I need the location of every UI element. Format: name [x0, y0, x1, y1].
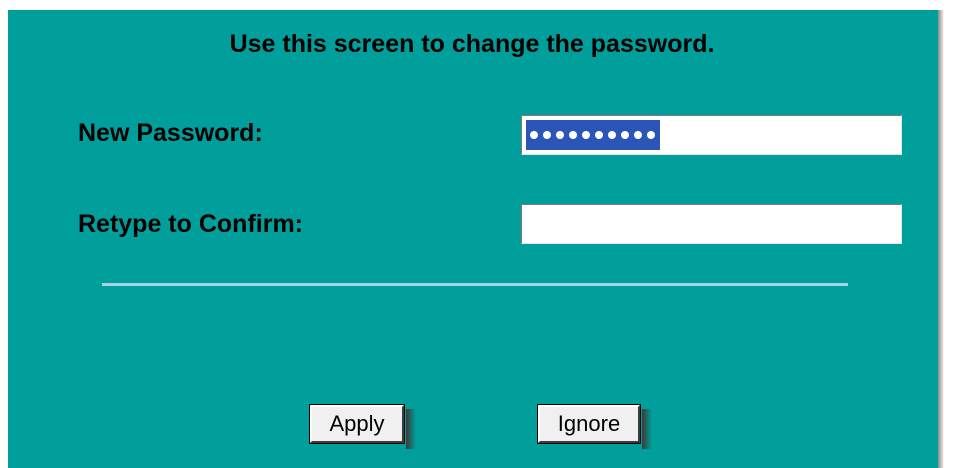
page-title: Use this screen to change the password. — [229, 30, 715, 58]
new-password-label: New Password: — [78, 119, 263, 147]
ignore-button[interactable]: Ignore — [537, 404, 641, 444]
confirm-password-field[interactable] — [521, 204, 902, 244]
panel-shadow — [938, 10, 944, 468]
apply-button[interactable]: Apply — [309, 404, 405, 444]
apply-button-shadow — [406, 409, 416, 449]
divider — [102, 283, 848, 286]
confirm-password-label: Retype to Confirm: — [78, 210, 303, 238]
new-password-field[interactable] — [521, 115, 902, 155]
ignore-button-shadow — [642, 409, 652, 449]
page-frame: Use this screen to change the password. … — [0, 0, 957, 468]
